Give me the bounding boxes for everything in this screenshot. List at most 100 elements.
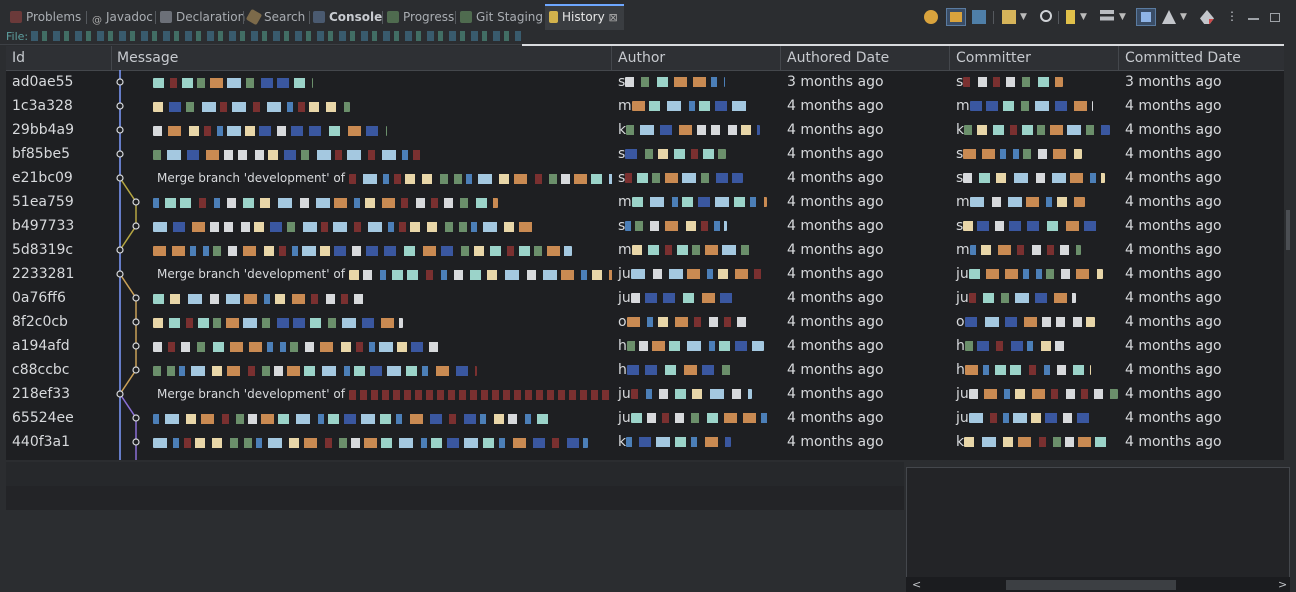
tab-search[interactable]: Search	[245, 6, 305, 28]
vertical-scrollbar[interactable]	[1286, 210, 1290, 250]
file-filter-label: File:	[6, 30, 29, 43]
find-icon[interactable]	[1040, 10, 1052, 22]
table-row[interactable]: 0a76ff6 ju 4 months ago ju 4 months ago	[6, 286, 1284, 310]
committer: h	[950, 358, 1119, 382]
redacted-text	[963, 173, 1106, 183]
show-all-branches-icon[interactable]	[1136, 8, 1156, 26]
authored-date-text: 4 months ago	[787, 218, 884, 234]
committed-date-text: 4 months ago	[1125, 242, 1222, 258]
author-text: ju	[618, 290, 631, 306]
scrollbar-thumb[interactable]	[1006, 580, 1176, 590]
table-row[interactable]: a194afd h 4 months ago h 4 months ago	[6, 334, 1284, 358]
horizontal-scrollbar[interactable]: < >	[906, 577, 1290, 592]
table-row[interactable]: 65524ee ju 4 months ago ju 4 months ago	[6, 406, 1284, 430]
author-text: s	[618, 170, 626, 186]
minimize-icon[interactable]	[1248, 18, 1259, 20]
toggle-compare-mode-icon[interactable]	[946, 8, 966, 26]
author: s	[612, 166, 781, 190]
redacted-text	[968, 269, 1103, 279]
column-header-committer[interactable]: Committer	[950, 46, 1119, 70]
console-line	[6, 462, 904, 486]
redacted-text	[630, 413, 769, 423]
commit-id: 29bb4a9	[6, 118, 111, 142]
chevron-down-icon[interactable]: ▼	[1080, 10, 1090, 24]
committer-text: s	[956, 170, 964, 186]
column-header-author[interactable]: Author	[612, 46, 781, 70]
author: h	[612, 334, 781, 358]
committed-date: 4 months ago	[1119, 406, 1284, 430]
table-row[interactable]: c88ccbc h 4 months ago h 4 months ago	[6, 358, 1284, 382]
tab-console[interactable]: Console	[313, 6, 382, 28]
author: m	[612, 238, 781, 262]
chevron-down-icon[interactable]: ▼	[1020, 10, 1030, 24]
maximize-icon[interactable]	[1270, 13, 1280, 22]
table-row[interactable]: 218ef33 Merge branch 'development' of ju 4…	[6, 382, 1284, 406]
commit-id: 1c3a328	[6, 94, 111, 118]
committer-text: s	[956, 218, 964, 234]
redacted-text	[348, 269, 612, 280]
tab-progress[interactable]: Progress	[387, 6, 454, 28]
show-filter-icon[interactable]	[1002, 10, 1016, 24]
view-menu-icon[interactable]: ⋮	[1226, 10, 1238, 24]
authored-date-text: 3 months ago	[787, 74, 884, 90]
committed-date: 4 months ago	[1119, 214, 1284, 238]
scroll-right-arrow[interactable]: >	[1278, 577, 1287, 592]
redacted-text	[153, 317, 403, 328]
table-row[interactable]: e21bc09 Merge branch 'development' of s 4 …	[6, 166, 1284, 190]
table-row[interactable]: 2233281 Merge branch 'development' of ju 4…	[6, 262, 1284, 286]
authored-date-text: 4 months ago	[787, 98, 884, 114]
redacted-text	[625, 77, 726, 87]
commit-message	[111, 190, 612, 214]
commit-history-table[interactable]: Id Message Author Authored Date Committe…	[6, 46, 1284, 460]
table-row[interactable]: 8f2c0cb o 4 months ago o 4 months ago	[6, 310, 1284, 334]
commit-message: Merge branch 'development' of	[111, 382, 612, 406]
authored-date: 4 months ago	[781, 142, 950, 166]
refresh-icon[interactable]	[972, 10, 986, 24]
tab-git-staging[interactable]: Git Staging	[460, 6, 543, 28]
branch-icon[interactable]	[1162, 10, 1176, 24]
commit-graph	[116, 70, 140, 460]
tab-declaration[interactable]: Declaration	[160, 6, 245, 28]
tab-separator	[155, 11, 156, 24]
committer-text: ju	[956, 290, 969, 306]
close-tab-icon[interactable]: ⊠	[609, 11, 618, 24]
table-row[interactable]: 29bb4a9 k 4 months ago k 4 months ago	[6, 118, 1284, 142]
redacted-text	[963, 221, 1102, 231]
author-text: s	[618, 146, 626, 162]
committer: ju	[950, 262, 1119, 286]
authored-date-text: 4 months ago	[787, 410, 884, 426]
author: o	[612, 310, 781, 334]
redacted-text	[625, 149, 727, 159]
scroll-left-arrow[interactable]: <	[912, 577, 921, 592]
column-header-message[interactable]: Message	[111, 46, 612, 70]
authored-date: 4 months ago	[781, 286, 950, 310]
branch-line	[119, 177, 137, 251]
column-header-committed-date[interactable]: Committed Date	[1119, 46, 1284, 70]
tab-problems[interactable]: Problems	[10, 6, 81, 28]
chevron-down-icon[interactable]: ▼	[1180, 10, 1190, 24]
compare-icon[interactable]	[1066, 10, 1075, 24]
table-row[interactable]: 51ea759 m 4 months ago m 4 months ago	[6, 190, 1284, 214]
column-header-authored-date[interactable]: Authored Date	[781, 46, 950, 70]
commit-node	[132, 366, 140, 374]
table-row[interactable]: 5d8319c m 4 months ago m 4 months ago	[6, 238, 1284, 262]
merge-icon[interactable]	[1200, 10, 1214, 24]
table-row[interactable]: 440f3a1 k 4 months ago k 4 months ago	[6, 430, 1284, 454]
table-row[interactable]: ad0ae55 s 3 months ago s 3 months ago	[6, 70, 1284, 94]
table-row[interactable]: 1c3a328 m 4 months ago m 4 months ago	[6, 94, 1284, 118]
link-with-selection-icon[interactable]	[924, 10, 938, 24]
filter-icon[interactable]	[1100, 10, 1114, 24]
git-staging-icon	[460, 11, 472, 23]
redacted-text	[153, 245, 572, 256]
column-header-id[interactable]: Id	[6, 46, 112, 70]
table-row[interactable]: bf85be5 s 4 months ago s 4 months ago	[6, 142, 1284, 166]
author: s	[612, 142, 781, 166]
committer: s	[950, 166, 1119, 190]
authored-date-text: 4 months ago	[787, 338, 884, 354]
tab-javadoc[interactable]: @ Javadoc	[92, 6, 153, 28]
commit-id-text: 8f2c0cb	[12, 314, 68, 330]
table-row[interactable]: b497733 s 4 months ago s 4 months ago	[6, 214, 1284, 238]
chevron-down-icon[interactable]: ▼	[1119, 10, 1129, 24]
tab-history[interactable]: History ⊠	[545, 4, 624, 30]
redacted-text	[625, 173, 744, 183]
